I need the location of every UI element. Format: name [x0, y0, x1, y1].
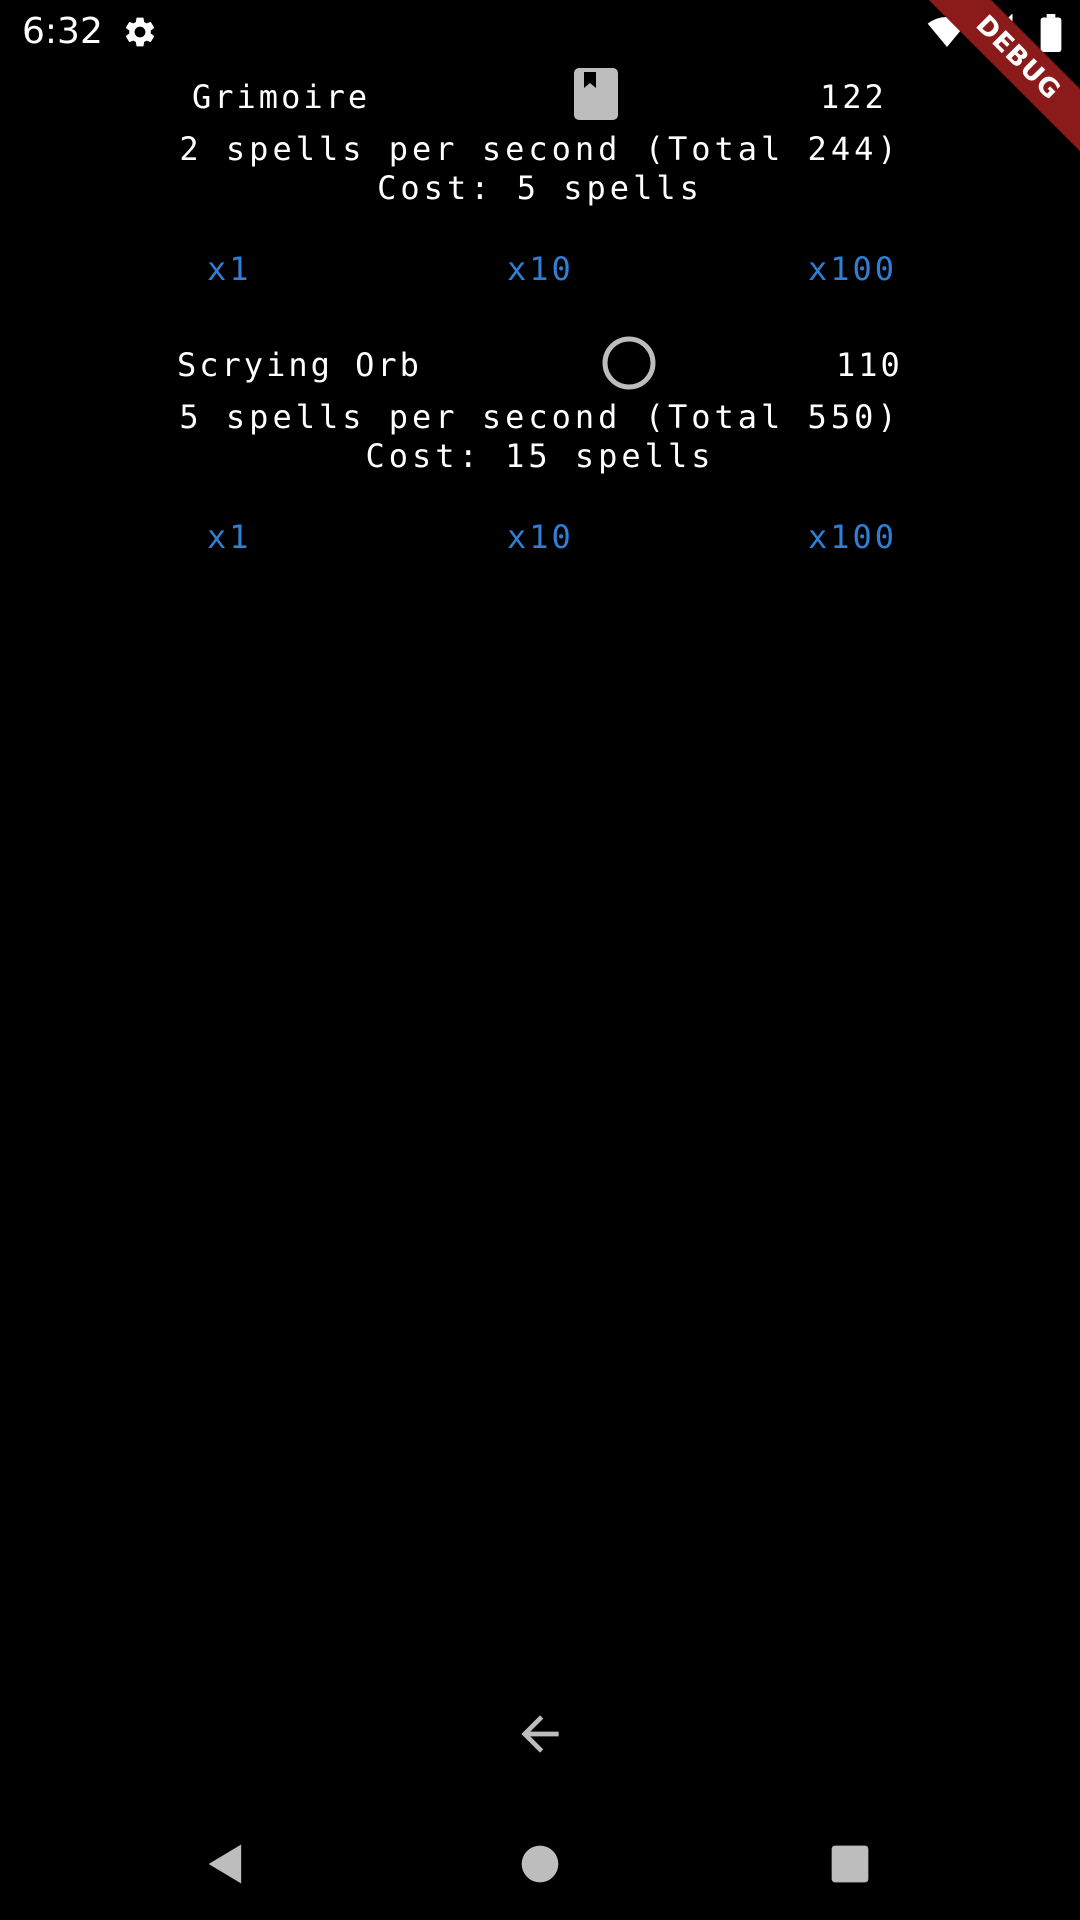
book-icon [574, 68, 618, 120]
signal-icon [978, 14, 1013, 49]
buy-x10-button[interactable]: x10 [507, 250, 574, 288]
item-name: Scrying Orb [177, 346, 422, 384]
status-bar: 6:32 [0, 0, 1080, 64]
status-time: 6:32 [22, 11, 103, 52]
item-count: 110 [836, 346, 903, 384]
item-rate: 5 spells per second (Total 550) [179, 398, 901, 436]
item-name: Grimoire [192, 78, 371, 116]
item-count: 122 [820, 78, 887, 116]
buy-x100-button[interactable]: x100 [808, 250, 897, 288]
buy-x1-button[interactable]: x1 [207, 518, 252, 556]
item-header: Scrying Orb 110 [0, 336, 1080, 400]
item-rate: 2 spells per second (Total 244) [179, 130, 901, 168]
item-cost: Cost: 5 spells [377, 169, 703, 207]
item-cost: Cost: 15 spells [365, 437, 715, 475]
orb-icon [602, 336, 656, 390]
gear-icon [125, 17, 155, 47]
buy-x1-button[interactable]: x1 [207, 250, 252, 288]
buy-x10-button[interactable]: x10 [507, 518, 574, 556]
status-icons [922, 12, 1062, 52]
nav-recents-icon[interactable] [830, 1844, 870, 1884]
battery-icon [1040, 14, 1062, 52]
nav-back-icon[interactable] [200, 1838, 252, 1890]
arrow-left-icon[interactable] [512, 1706, 568, 1762]
nav-home-icon[interactable] [520, 1844, 560, 1884]
wifi-icon [927, 17, 967, 47]
item-header: Grimoire 122 [0, 68, 1080, 132]
system-nav-bar [0, 1808, 1080, 1920]
buy-x100-button[interactable]: x100 [808, 518, 897, 556]
